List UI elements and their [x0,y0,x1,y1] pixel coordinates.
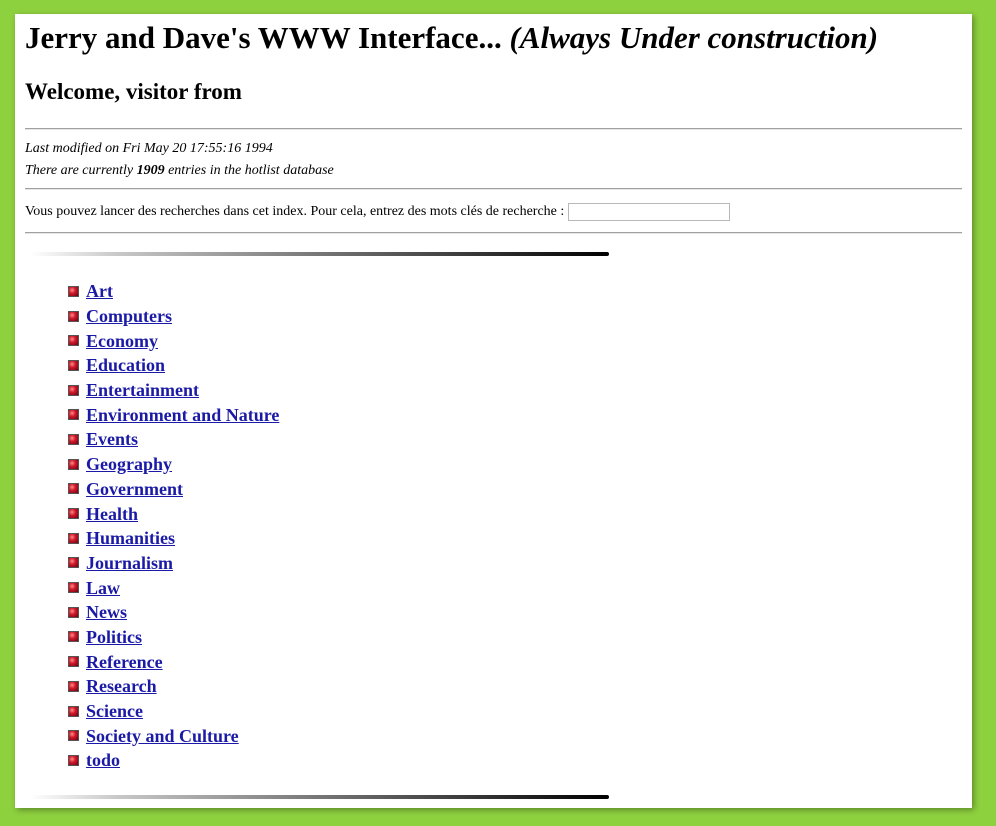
red-bullet-icon [68,384,79,396]
category-link-reference[interactable]: Reference [86,651,163,673]
divider [25,232,962,234]
category-link-geography[interactable]: Geography [86,453,172,475]
category-link-education[interactable]: Education [86,354,165,376]
category-item: Government [68,477,962,502]
category-item: Entertainment [68,378,962,403]
category-link-research[interactable]: Research [86,675,157,697]
category-link-computers[interactable]: Computers [86,305,172,327]
category-link-todo[interactable]: todo [86,749,120,771]
red-bullet-icon [68,606,79,618]
category-item: Computers [68,304,962,329]
category-item: Law [68,575,962,600]
category-link-environment-and-nature[interactable]: Environment and Nature [86,404,279,426]
category-link-economy[interactable]: Economy [86,330,158,352]
category-item: Journalism [68,551,962,576]
category-item: Society and Culture [68,723,962,748]
category-link-society-and-culture[interactable]: Society and Culture [86,725,239,747]
red-bullet-icon [68,557,79,569]
category-item: todo [68,748,962,773]
red-bullet-icon [68,705,79,717]
red-bullet-icon [68,458,79,470]
entries-suffix: entries in the hotlist database [168,163,334,178]
category-item: Health [68,501,962,526]
category-link-journalism[interactable]: Journalism [86,552,173,574]
meta-info: Last modified on Fri May 20 17:55:16 199… [25,130,962,188]
red-bullet-icon [68,508,79,520]
red-bullet-icon [68,532,79,544]
category-link-science[interactable]: Science [86,700,143,722]
category-link-news[interactable]: News [86,601,127,623]
search-section: Vous pouvez lancer des recherches dans c… [25,190,962,232]
red-bullet-icon [68,582,79,594]
category-item: Geography [68,452,962,477]
category-list: Art Computers Economy Education Entertainmen… [25,279,962,773]
red-bullet-icon [68,335,79,347]
browser-page: Jerry and Dave's WWW Interface... (Alway… [15,14,972,808]
last-modified-text: Last modified on Fri May 20 17:55:16 199… [25,141,273,156]
category-item: Humanities [68,526,962,551]
entries-prefix: There are currently [25,163,134,178]
red-bullet-icon [68,433,79,445]
page-title: Jerry and Dave's WWW Interface... (Alway… [25,20,962,56]
category-link-law[interactable]: Law [86,577,120,599]
entries-count-line: There are currently 1909 entries in the … [25,160,962,182]
category-item: Economy [68,328,962,353]
title-main: Jerry and Dave's WWW Interface... [25,20,502,55]
title-subtitle: (Always Under construction) [509,20,879,55]
category-item: News [68,600,962,625]
category-item: Reference [68,649,962,674]
decorative-rule-top [30,252,609,256]
red-bullet-icon [68,631,79,643]
search-prompt: Vous pouvez lancer des recherches dans c… [25,204,565,219]
decorative-rule-bottom [30,795,609,799]
category-link-entertainment[interactable]: Entertainment [86,379,199,401]
red-bullet-icon [68,359,79,371]
category-item: Art [68,279,962,304]
red-bullet-icon [68,409,79,421]
category-link-politics[interactable]: Politics [86,626,142,648]
category-link-art[interactable]: Art [86,280,113,302]
category-item: Research [68,674,962,699]
category-link-government[interactable]: Government [86,478,183,500]
category-link-events[interactable]: Events [86,428,138,450]
category-item: Education [68,353,962,378]
red-bullet-icon [68,285,79,297]
category-item: Science [68,699,962,724]
category-link-health[interactable]: Health [86,503,138,525]
category-item: Events [68,427,962,452]
category-item: Politics [68,625,962,650]
category-item: Environment and Nature [68,402,962,427]
red-bullet-icon [68,310,79,322]
category-link-humanities[interactable]: Humanities [86,527,175,549]
search-input[interactable] [568,203,731,221]
red-bullet-icon [68,656,79,668]
red-bullet-icon [68,483,79,495]
red-bullet-icon [68,754,79,766]
red-bullet-icon [68,730,79,742]
welcome-heading: Welcome, visitor from [25,79,242,104]
red-bullet-icon [68,680,79,692]
entries-count: 1909 [136,163,165,178]
